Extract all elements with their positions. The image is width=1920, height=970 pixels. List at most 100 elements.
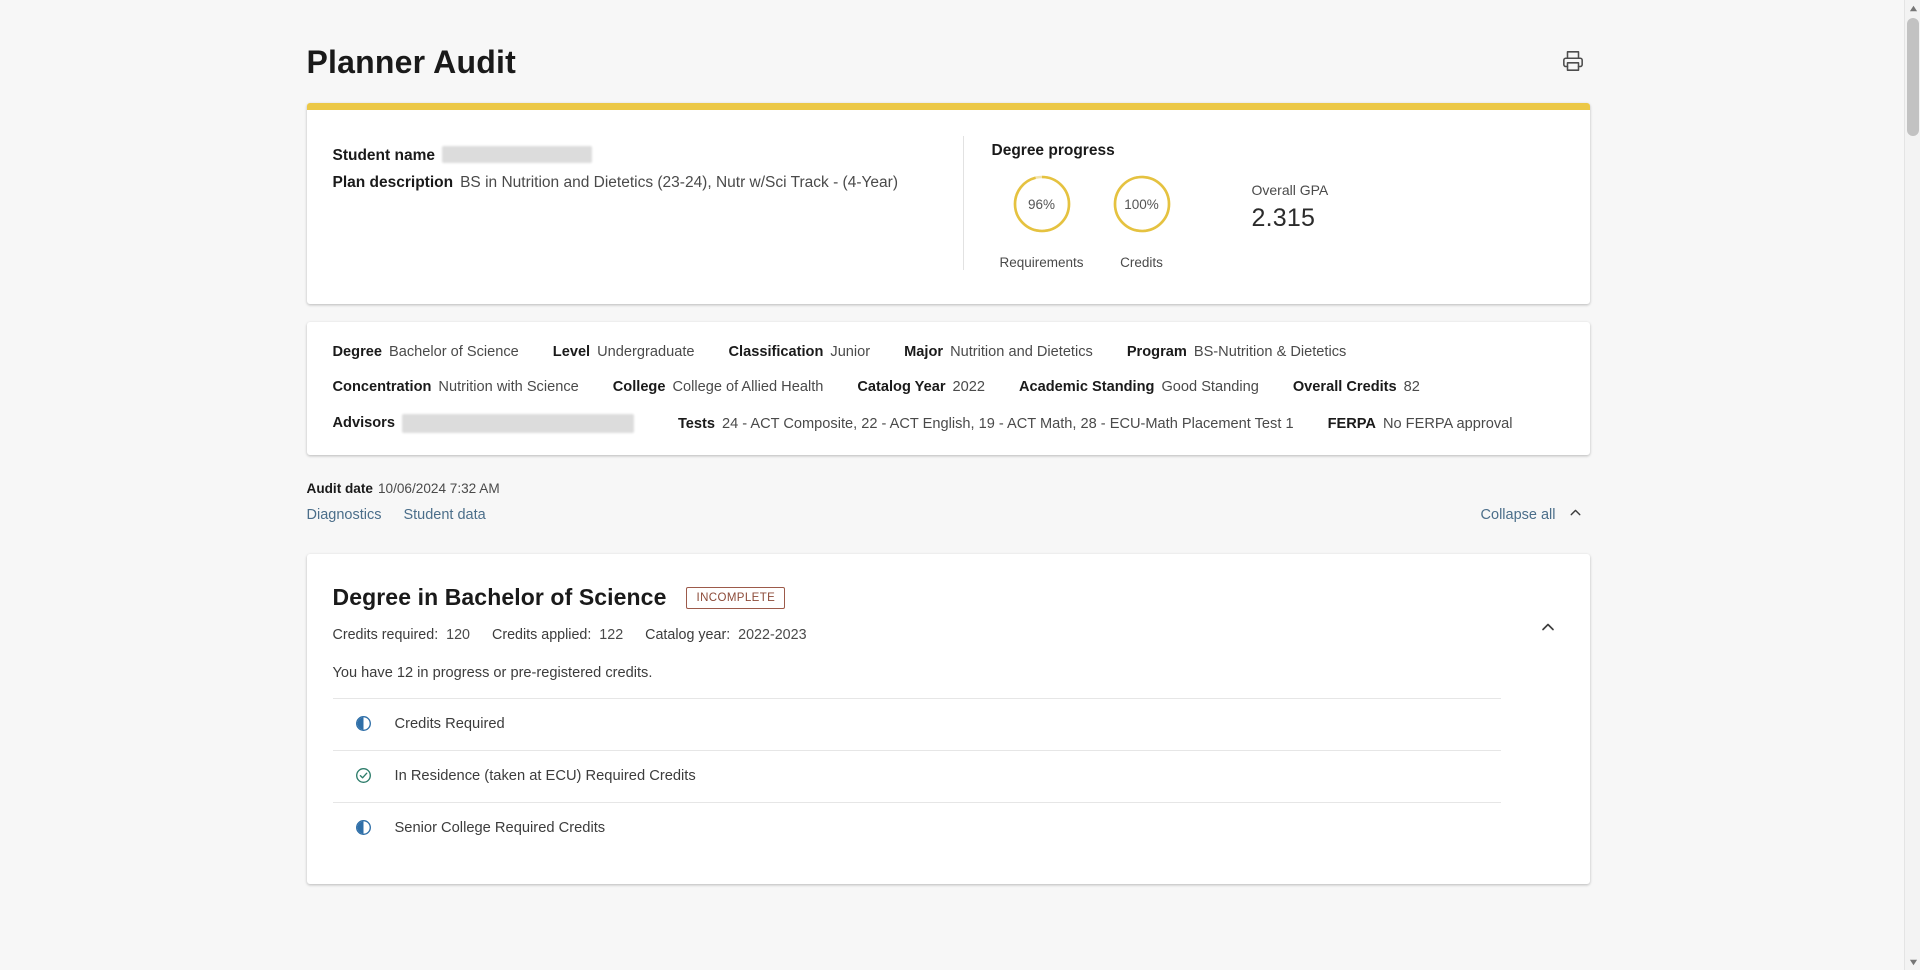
attr-advisors-redacted bbox=[401, 414, 634, 433]
audit-date-row: Audit date 10/06/2024 7:32 AM bbox=[307, 481, 1590, 496]
chevron-up-icon bbox=[1538, 617, 1558, 640]
scrollbar-up-arrow-icon[interactable] bbox=[1905, 0, 1920, 16]
attr-ferpa-value: No FERPA approval bbox=[1382, 415, 1513, 432]
attr-academic-standing: Academic Standing Good Standing bbox=[1019, 379, 1259, 395]
scrollbar-thumb[interactable] bbox=[1907, 18, 1919, 136]
collapse-all-label: Collapse all bbox=[1480, 507, 1556, 523]
credits-required-value: 120 bbox=[446, 627, 470, 643]
meta-links: Diagnostics Student data bbox=[307, 507, 486, 523]
audit-date-value: 10/06/2024 7:32 AM bbox=[377, 481, 500, 496]
attr-concentration: Concentration Nutrition with Science bbox=[333, 379, 579, 395]
degree-progress-label: Degree progress bbox=[991, 142, 1115, 159]
attr-program: Program BS-Nutrition & Dietetics bbox=[1127, 344, 1347, 360]
page-scrollbar[interactable] bbox=[1904, 0, 1920, 970]
diagnostics-link[interactable]: Diagnostics bbox=[307, 507, 382, 523]
plan-description-row: Plan description BS in Nutrition and Diet… bbox=[333, 169, 939, 196]
credits-applied-label: Credits applied: bbox=[492, 627, 592, 643]
attr-overall-credits: Overall Credits 82 bbox=[1293, 379, 1420, 395]
attributes-body: Degree Bachelor of Science Level Undergrad… bbox=[307, 322, 1590, 455]
attr-degree: Degree Bachelor of Science bbox=[333, 344, 519, 360]
attr-overall-credits-label: Overall Credits bbox=[1292, 379, 1397, 395]
list-item[interactable]: In Residence (taken at ECU) Required Cre… bbox=[332, 750, 1501, 802]
student-name-row: Student name bbox=[333, 142, 939, 169]
audit-date-label: Audit date bbox=[306, 481, 373, 496]
attr-overall-credits-value: 82 bbox=[1403, 379, 1420, 395]
student-data-link[interactable]: Student data bbox=[403, 507, 485, 523]
attr-major: Major Nutrition and Dietetics bbox=[904, 344, 1093, 360]
student-name-redacted bbox=[441, 146, 592, 164]
status-in-progress-icon bbox=[333, 818, 395, 836]
audit-meta: Audit date 10/06/2024 7:32 AM Diagnostics… bbox=[307, 473, 1590, 540]
scrollbar-down-arrow-icon[interactable] bbox=[1905, 954, 1920, 970]
meta-links-row: Diagnostics Student data Collapse all bbox=[307, 504, 1590, 540]
requirement-header: Degree in Bachelor of Science INCOMPLETE bbox=[333, 584, 1564, 611]
attr-concentration-value: Nutrition with Science bbox=[438, 379, 579, 395]
attr-college-value: College of Allied Health bbox=[672, 379, 824, 395]
attr-academic-standing-value: Good Standing bbox=[1161, 379, 1259, 395]
summary-card: Student name Plan description BS in Nutri… bbox=[306, 103, 1590, 304]
attr-catalog-year-value: 2022 bbox=[952, 379, 985, 395]
progress-row: 96% Requirements 100% Credits Overall GP… bbox=[992, 173, 1564, 270]
attr-program-value: BS-Nutrition & Dietetics bbox=[1193, 344, 1347, 360]
credits-required-label: Credits required: bbox=[332, 627, 439, 643]
attr-tests-label: Tests bbox=[677, 415, 715, 432]
attr-advisors: Advisors bbox=[333, 414, 634, 433]
requirement-subline: Credits required: 120 Credits applied: 1… bbox=[333, 627, 1564, 643]
attr-concentration-label: Concentration bbox=[332, 379, 432, 395]
attr-classification-label: Classification bbox=[728, 344, 824, 360]
requirement-collapse-button[interactable] bbox=[1532, 612, 1564, 644]
attr-major-value: Nutrition and Dietetics bbox=[950, 344, 1093, 360]
attributes-row-2: Concentration Nutrition with Science Coll… bbox=[333, 379, 1564, 395]
overall-gpa-label: Overall GPA bbox=[1251, 182, 1329, 198]
scroll-viewport: Planner Audit Student name Plan descript… bbox=[0, 0, 1896, 970]
list-item-label: In Residence (taken at ECU) Required Cre… bbox=[394, 768, 696, 784]
content-wrapper: Planner Audit Student name Plan descript… bbox=[0, 0, 1896, 884]
attr-advisors-label: Advisors bbox=[332, 415, 395, 432]
printer-icon bbox=[1562, 50, 1584, 75]
attributes-card: Degree Bachelor of Science Level Undergrad… bbox=[306, 322, 1590, 455]
list-item[interactable]: Credits Required bbox=[332, 698, 1501, 750]
degree-progress-panel: Degree progress 96% Requirements 100% Cr… bbox=[962, 136, 1564, 270]
attr-ferpa: FERPA No FERPA approval bbox=[1328, 416, 1513, 432]
attr-college: College College of Allied Health bbox=[613, 379, 824, 395]
student-name-label: Student name bbox=[332, 147, 435, 164]
list-item-label: Credits Required bbox=[394, 716, 505, 732]
credits-ring: 100% bbox=[1111, 173, 1173, 235]
attr-level-value: Undergraduate bbox=[597, 344, 695, 360]
attributes-row-3: Advisors Tests 24 - ACT Composite, 22 - A… bbox=[333, 414, 1564, 433]
planner-audit-page: Planner Audit Student name Plan descript… bbox=[0, 0, 1920, 970]
progress-ring-requirements: 96% Requirements bbox=[992, 173, 1092, 270]
credits-ring-caption: Credits bbox=[1120, 255, 1163, 270]
attr-major-label: Major bbox=[904, 344, 944, 360]
status-badge: INCOMPLETE bbox=[686, 586, 786, 609]
progress-ring-credits: 100% Credits bbox=[1092, 173, 1192, 270]
overall-gpa-block: Overall GPA 2.315 bbox=[1252, 173, 1329, 233]
degree-requirement-card: Degree in Bachelor of Science INCOMPLETE… bbox=[306, 554, 1590, 884]
attr-college-label: College bbox=[612, 379, 666, 395]
requirement-note: You have 12 in progress or pre-registere… bbox=[332, 665, 653, 681]
credits-required: Credits required: 120 bbox=[333, 627, 471, 643]
list-item-label: Senior College Required Credits bbox=[394, 820, 606, 836]
collapse-all-button[interactable]: Collapse all bbox=[1481, 504, 1590, 526]
attributes-row-1: Degree Bachelor of Science Level Undergrad… bbox=[333, 344, 1564, 360]
requirement-list: Credits Required In Residence (taken at … bbox=[332, 698, 1564, 854]
requirements-ring-value: 96% bbox=[1027, 196, 1056, 212]
attr-degree-label: Degree bbox=[332, 344, 382, 360]
requirement-catalog-year: Catalog year: 2022-2023 bbox=[645, 627, 806, 643]
status-complete-icon bbox=[333, 766, 395, 784]
attr-catalog-year: Catalog Year 2022 bbox=[857, 379, 985, 395]
overall-gpa-value: 2.315 bbox=[1251, 204, 1316, 232]
print-button[interactable] bbox=[1556, 46, 1590, 80]
requirement-catalog-year-label: Catalog year: bbox=[645, 627, 731, 643]
attr-classification-value: Junior bbox=[830, 344, 871, 360]
plan-description-label: Plan description bbox=[332, 174, 454, 191]
plan-description-value: BS in Nutrition and Dietetics (23-24), N… bbox=[460, 174, 898, 191]
credits-applied: Credits applied: 122 bbox=[492, 627, 623, 643]
attr-level: Level Undergraduate bbox=[553, 344, 695, 360]
list-item[interactable]: Senior College Required Credits bbox=[332, 802, 1501, 854]
requirements-ring-caption: Requirements bbox=[999, 255, 1084, 270]
attr-program-label: Program bbox=[1126, 344, 1187, 360]
student-info: Student name Plan description BS in Nutri… bbox=[333, 136, 963, 270]
page-title: Planner Audit bbox=[306, 44, 516, 80]
attr-degree-value: Bachelor of Science bbox=[388, 344, 519, 360]
